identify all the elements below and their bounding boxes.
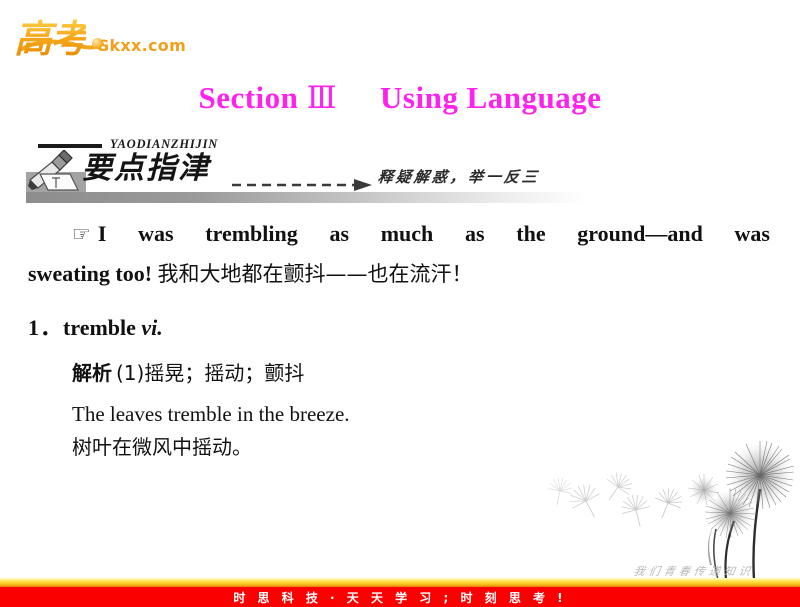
pen-ink-icon	[26, 150, 86, 194]
title-roman-numeral: Ⅲ	[306, 80, 338, 116]
footer-slogan: 时 思 科 技 · 天 天 学 习 ; 时 刻 思 考 !	[233, 590, 567, 605]
banner-tagline: 释疑解惑，举一反三	[376, 168, 542, 186]
quote-line-two: sweating too! 我和大地都在颤抖——也在流汗！	[28, 254, 772, 294]
entry-word: tremble	[63, 315, 136, 340]
dashed-arrow-icon	[232, 179, 372, 191]
vocabulary-entry: 1．tremble vi.	[28, 310, 772, 342]
title-prefix: Section	[198, 80, 299, 115]
example-block: The leaves tremble in the breeze. 树叶在微风中…	[72, 398, 772, 464]
lesson-content: ☞ I was trembling as much as the ground—a…	[28, 214, 772, 464]
example-sentence-english: The leaves tremble in the breeze.	[72, 402, 350, 426]
entry-explanation: 解析 (1)摇晃；摇动；颤抖	[72, 356, 772, 390]
logo-site-name: Gkxx.com	[96, 36, 187, 55]
entry-part-of-speech: vi.	[141, 315, 163, 340]
explanation-label: 解析	[72, 361, 112, 385]
artwork-calligraphy-text: 我们青春传递知识	[632, 565, 756, 578]
quote-english-part-one: I was trembling as much as the ground—an…	[97, 221, 770, 246]
slide-page: 高考 Gkxx.com Section Ⅲ Using Language YAO…	[0, 0, 800, 607]
explanation-gloss: (1)摇晃；摇动；颤抖	[116, 361, 305, 385]
quote-chinese-translation: 我和大地都在颤抖——也在流汗！	[157, 262, 473, 286]
banner-rule-line	[38, 144, 102, 148]
page-footer: 时 思 科 技 · 天 天 学 习 ; 时 刻 思 考 !	[0, 578, 800, 607]
title-suffix: Using Language	[380, 80, 602, 115]
quote-block: ☞ I was trembling as much as the ground—a…	[28, 214, 772, 294]
banner-gradient-bar	[26, 192, 588, 203]
site-logo: 高考 Gkxx.com	[14, 6, 186, 58]
footer-gold-strip	[0, 578, 800, 587]
pointing-hand-icon: ☞	[72, 222, 91, 246]
footer-red-bar: 时 思 科 技 · 天 天 学 习 ; 时 刻 思 考 !	[0, 587, 800, 607]
banner-heading: 要点指津	[82, 151, 210, 186]
section-banner: YAODIANZHIJIN 要点指津 释疑解惑，举一反三	[26, 136, 588, 208]
logo-dot-icon	[92, 38, 103, 49]
logo-chinese-text: 高考	[14, 17, 88, 61]
entry-number: 1．	[28, 315, 64, 340]
page-title: Section Ⅲ Using Language	[0, 80, 800, 116]
quote-line-one: ☞ I was trembling as much as the ground—a…	[28, 214, 772, 254]
quote-english-part-two: sweating too!	[28, 261, 153, 286]
example-sentence-chinese: 树叶在微风中摇动。	[72, 435, 252, 459]
